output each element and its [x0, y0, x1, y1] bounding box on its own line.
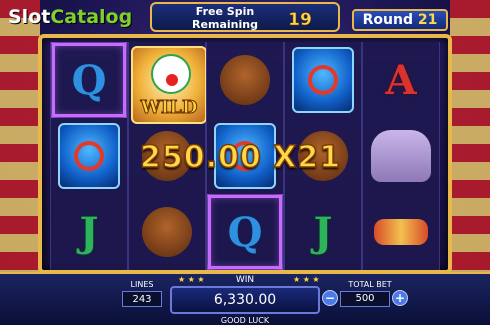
- symbol-elephant: [363, 194, 439, 270]
- top-bar: SlotCatalog Free Spin Remaining 19 Round…: [0, 0, 490, 34]
- total-bet-label: TOTAL BET: [348, 280, 392, 289]
- win-value: 6,330.00: [170, 286, 320, 314]
- symbol-elephant: [363, 118, 439, 194]
- acrobat-tile: [58, 123, 120, 189]
- win-amount-overlay: 250.00 X21: [139, 139, 342, 176]
- symbol-j-letter: J: [79, 208, 99, 256]
- ring-icon: [308, 65, 338, 95]
- bottom-panel: LINES 243 ★ ★ ★ WIN ★ ★ ★ 6,330.00 TOTAL…: [0, 272, 490, 325]
- round-badge: Round 21: [352, 9, 448, 31]
- wild-clown-tile: WILD: [131, 46, 207, 124]
- free-spin-label-line1: Free Spin: [195, 5, 255, 18]
- bear-icon: [142, 207, 192, 257]
- symbol-bear: [207, 42, 283, 118]
- reel-5: A: [362, 42, 440, 270]
- win-label: WIN: [235, 275, 255, 285]
- clown-face-icon: [151, 54, 191, 94]
- drum-icon: [374, 219, 428, 245]
- symbol-ring-acrobat: [51, 118, 127, 194]
- lines-value[interactable]: 243: [122, 291, 162, 307]
- symbol-bear: [129, 194, 205, 270]
- bet-decrease-button[interactable]: −: [322, 290, 338, 306]
- total-bet-value: 500: [340, 291, 390, 307]
- ring-icon: [74, 141, 104, 171]
- win-stars-right: ★ ★ ★: [293, 275, 320, 284]
- wild-label: WILD: [140, 97, 198, 119]
- win-stars-left: ★ ★ ★: [178, 275, 205, 284]
- symbol-q-letter: Q: [227, 208, 263, 256]
- symbol-q: Q: [51, 42, 127, 118]
- symbol-a-letter: A: [385, 56, 417, 104]
- elephant-icon: [371, 130, 431, 182]
- status-message: GOOD LUCK: [220, 316, 270, 325]
- symbol-q: Q: [207, 194, 283, 270]
- symbol-a: A: [363, 42, 439, 118]
- logo-part2: Catalog: [50, 6, 133, 28]
- logo: SlotCatalog: [8, 6, 132, 28]
- symbol-j: J: [51, 194, 127, 270]
- round-label: Round: [362, 12, 413, 28]
- symbol-j: J: [285, 194, 361, 270]
- free-spin-count: 19: [288, 10, 312, 31]
- bear-icon: [220, 55, 270, 105]
- reel-1: Q J: [50, 42, 128, 270]
- lines-label: LINES: [130, 280, 154, 289]
- symbol-wild-clown: WILD: [129, 42, 207, 124]
- free-spin-label-line2: Remaining: [192, 18, 258, 31]
- tent-right-decoration: [450, 0, 490, 280]
- bet-increase-button[interactable]: +: [392, 290, 408, 306]
- clown-nose-icon: [166, 74, 178, 86]
- symbol-j-letter: J: [313, 208, 333, 256]
- symbol-q-letter: Q: [71, 56, 107, 104]
- tent-left-decoration: [0, 0, 40, 280]
- logo-part1: Slot: [8, 6, 51, 28]
- round-number: 21: [417, 12, 438, 28]
- free-spin-label: Free Spin Remaining: [170, 5, 280, 31]
- acrobat-tile: [292, 47, 354, 113]
- symbol-ring-acrobat: [285, 42, 361, 118]
- free-spin-panel: Free Spin Remaining 19: [150, 2, 340, 32]
